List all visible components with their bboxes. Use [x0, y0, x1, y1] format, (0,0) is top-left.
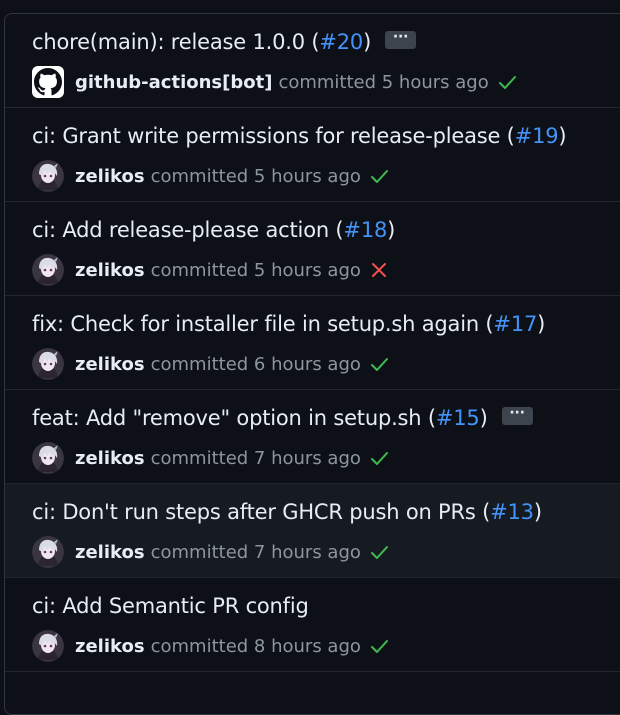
commit-message[interactable]: ci: Grant write permissions for release-…	[32, 124, 515, 148]
user-avatar[interactable]	[32, 348, 64, 380]
pr-link[interactable]: #17	[493, 312, 537, 336]
commit-message-suffix: )	[479, 406, 488, 430]
commit-meta: github-actions[bot] committed 5 hours ag…	[32, 66, 517, 98]
pr-link[interactable]: #19	[515, 124, 559, 148]
commit-message[interactable]: feat: Add "remove" option in setup.sh (	[32, 406, 436, 430]
commit-meta: zelikos committed 7 hours ago	[32, 442, 389, 474]
commit-author[interactable]: zelikos	[75, 354, 145, 375]
check-icon[interactable]	[497, 72, 517, 92]
x-icon[interactable]	[369, 260, 389, 280]
commit-author[interactable]: zelikos	[75, 542, 145, 563]
check-icon[interactable]	[369, 542, 389, 562]
commit-title[interactable]: ci: Add Semantic PR config	[32, 594, 309, 618]
commit-author[interactable]: zelikos	[75, 260, 145, 281]
commit-message-suffix: )	[533, 500, 542, 524]
commit-time: committed 5 hours ago	[278, 71, 489, 93]
commit-message-suffix: )	[537, 312, 546, 336]
commit-message[interactable]: ci: Add Semantic PR config	[32, 594, 309, 618]
user-avatar[interactable]	[32, 160, 64, 192]
commit-author[interactable]: zelikos	[75, 448, 145, 469]
commit-title[interactable]: feat: Add "remove" option in setup.sh (#…	[32, 406, 533, 430]
commit-title[interactable]: ci: Don't run steps after GHCR push on P…	[32, 500, 542, 524]
commit-author[interactable]: zelikos	[75, 636, 145, 657]
commit-message[interactable]: chore(main): release 1.0.0 (	[32, 30, 320, 54]
user-avatar[interactable]	[32, 536, 64, 568]
commit-row: ci: Add Semantic PR config zelikos commi…	[5, 578, 620, 672]
pr-link[interactable]: #15	[436, 406, 480, 430]
commit-message-suffix: )	[558, 124, 567, 148]
commit-author[interactable]: github-actions[bot]	[75, 72, 272, 93]
commit-time: committed 5 hours ago	[150, 165, 361, 187]
pr-link[interactable]: #13	[490, 500, 534, 524]
commit-row: ci: Add release-please action (#18) zeli…	[5, 202, 620, 296]
user-avatar[interactable]	[32, 442, 64, 474]
commit-title[interactable]: chore(main): release 1.0.0 (#20) ···	[32, 30, 417, 54]
check-icon[interactable]	[369, 448, 389, 468]
commit-meta: zelikos committed 7 hours ago	[32, 536, 389, 568]
commit-title[interactable]: ci: Grant write permissions for release-…	[32, 124, 567, 148]
commit-time: committed 8 hours ago	[150, 635, 361, 657]
user-avatar[interactable]	[32, 254, 64, 286]
commit-message[interactable]: ci: Add release-please action (	[32, 218, 344, 242]
pr-link[interactable]: #18	[343, 218, 387, 242]
commit-row: chore(main): release 1.0.0 (#20) ··· gith…	[5, 14, 620, 108]
commit-message[interactable]: fix: Check for installer file in setup.s…	[32, 312, 494, 336]
commit-meta: zelikos committed 5 hours ago	[32, 254, 389, 286]
commit-time: committed 5 hours ago	[150, 259, 361, 281]
check-icon[interactable]	[369, 636, 389, 656]
commit-time: committed 6 hours ago	[150, 353, 361, 375]
check-icon[interactable]	[369, 354, 389, 374]
github-icon[interactable]	[32, 66, 64, 98]
commit-title[interactable]: ci: Add release-please action (#18)	[32, 218, 395, 242]
commit-row: feat: Add "remove" option in setup.sh (#…	[5, 390, 620, 484]
commit-meta: zelikos committed 8 hours ago	[32, 630, 389, 662]
commit-message-suffix: )	[387, 218, 396, 242]
commit-row: fix: Check for installer file in setup.s…	[5, 296, 620, 390]
user-avatar[interactable]	[32, 630, 64, 662]
expand-description-button[interactable]: ···	[501, 406, 533, 425]
commit-row: ci: Don't run steps after GHCR push on P…	[5, 484, 620, 578]
commit-title[interactable]: fix: Check for installer file in setup.s…	[32, 312, 545, 336]
commit-time: committed 7 hours ago	[150, 447, 361, 469]
expand-description-button[interactable]: ···	[385, 30, 417, 49]
commit-message[interactable]: ci: Don't run steps after GHCR push on P…	[32, 500, 490, 524]
commit-time: committed 7 hours ago	[150, 541, 361, 563]
commit-row: ci: Grant write permissions for release-…	[5, 108, 620, 202]
commit-meta: zelikos committed 6 hours ago	[32, 348, 389, 380]
commit-meta: zelikos committed 5 hours ago	[32, 160, 389, 192]
pr-link[interactable]: #20	[319, 30, 363, 54]
commit-author[interactable]: zelikos	[75, 166, 145, 187]
check-icon[interactable]	[369, 166, 389, 186]
commit-message-suffix: )	[363, 30, 372, 54]
commit-list: chore(main): release 1.0.0 (#20) ··· gith…	[4, 13, 620, 715]
